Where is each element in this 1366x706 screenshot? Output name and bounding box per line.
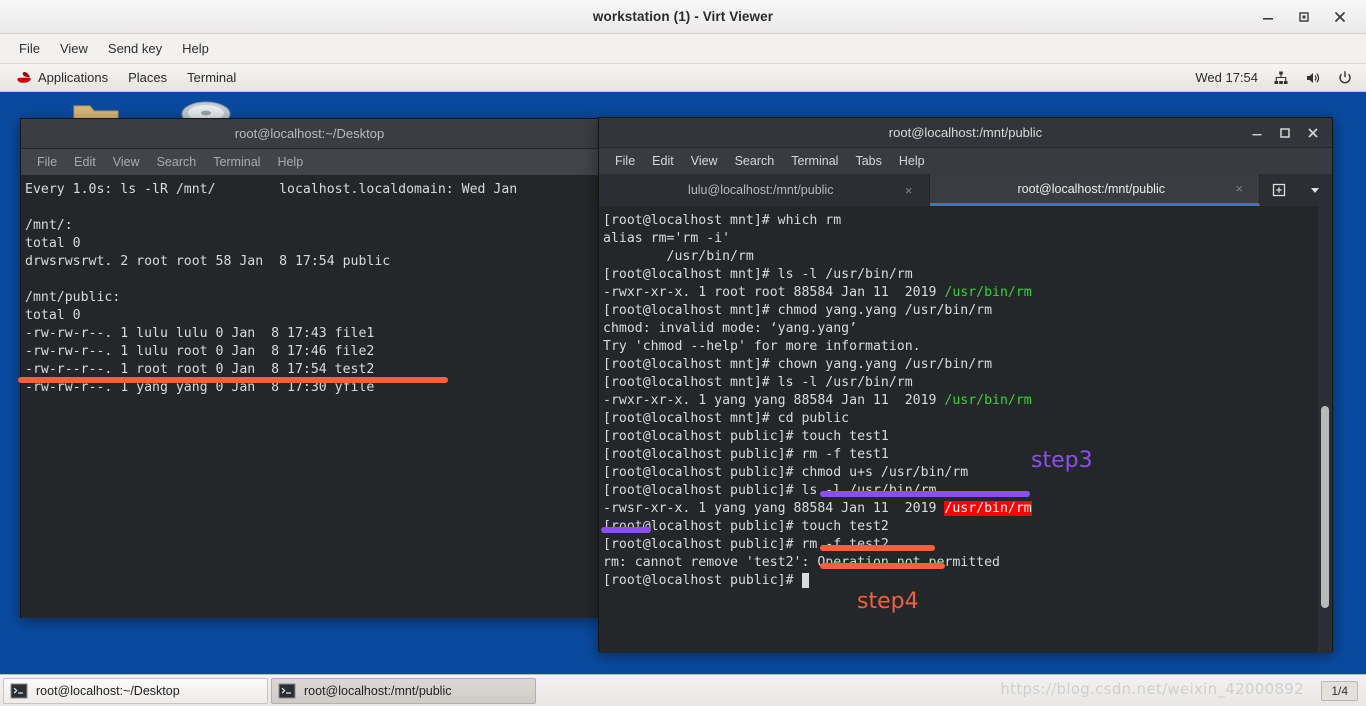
taskbar-right: 1/4	[1321, 680, 1366, 701]
tab-close-icon[interactable]: ×	[1235, 181, 1243, 196]
minimize-icon[interactable]	[1260, 9, 1276, 25]
terminal-icon	[10, 683, 28, 699]
gnome-panel-right: Wed 17:54	[1195, 69, 1366, 87]
virt-viewer-titlebar: workstation (1) - Virt Viewer	[0, 0, 1366, 34]
right-menu-help[interactable]: Help	[891, 151, 933, 171]
desktop-area[interactable]: root@localhost:~/Desktop File Edit View …	[0, 92, 1366, 674]
taskbar-item-label: root@localhost:/mnt/public	[304, 683, 452, 698]
right-menu-tabs[interactable]: Tabs	[847, 151, 889, 171]
gnome-panel-left: Applications Places Terminal	[0, 66, 246, 89]
watermark: https://blog.csdn.net/weixin_42000892	[1000, 680, 1304, 698]
menu-view[interactable]: View	[51, 38, 97, 59]
right-terminal-titlebar[interactable]: root@localhost:/mnt/public	[599, 118, 1332, 148]
left-menu-help[interactable]: Help	[269, 152, 311, 172]
tab-close-icon[interactable]: ×	[905, 183, 913, 198]
terminal-scrollbar[interactable]	[1318, 206, 1332, 653]
left-menu-search[interactable]: Search	[149, 152, 205, 172]
tab-label: root@localhost:/mnt/public	[1017, 181, 1165, 196]
applications-label: Applications	[38, 70, 109, 85]
left-menu-view[interactable]: View	[105, 152, 148, 172]
menu-send-key[interactable]: Send key	[99, 38, 171, 59]
virt-viewer-menubar: File View Send key Help	[0, 34, 1366, 64]
right-menu-terminal[interactable]: Terminal	[783, 151, 846, 171]
tab-root-mnt-public[interactable]: root@localhost:/mnt/public ×	[929, 174, 1260, 206]
right-terminal-window[interactable]: root@localhost:/mnt/public File Edit Vie…	[598, 117, 1333, 653]
virt-viewer-window-buttons	[1260, 0, 1358, 34]
workspace-switcher[interactable]: 1/4	[1321, 680, 1358, 701]
right-menu-view[interactable]: View	[683, 151, 726, 171]
left-menu-edit[interactable]: Edit	[66, 152, 104, 172]
new-tab-icon[interactable]	[1271, 182, 1287, 198]
tab-tools	[1260, 174, 1332, 206]
gnome-top-panel: Applications Places Terminal Wed 17:54	[0, 64, 1366, 92]
applications-menu[interactable]: Applications	[6, 66, 118, 89]
right-menu-file[interactable]: File	[607, 151, 643, 171]
right-terminal-window-buttons	[1250, 118, 1326, 148]
virt-viewer-title: workstation (1) - Virt Viewer	[592, 9, 774, 24]
left-terminal-body[interactable]: Every 1.0s: ls -lR /mnt/ localhost.local…	[21, 175, 598, 618]
right-terminal-text: [root@localhost mnt]# which rm alias rm=…	[603, 213, 1032, 588]
tab-lulu-mnt-public[interactable]: lulu@localhost:/mnt/public ×	[599, 174, 930, 206]
left-terminal-text: Every 1.0s: ls -lR /mnt/ localhost.local…	[25, 182, 518, 395]
left-terminal-title: root@localhost:~/Desktop	[234, 126, 385, 141]
terminal-icon	[278, 683, 296, 699]
left-terminal-titlebar[interactable]: root@localhost:~/Desktop	[21, 119, 598, 149]
left-menu-file[interactable]: File	[29, 152, 65, 172]
left-terminal-window[interactable]: root@localhost:~/Desktop File Edit View …	[20, 118, 599, 618]
places-menu[interactable]: Places	[118, 66, 177, 89]
taskbar-item-label: root@localhost:~/Desktop	[36, 683, 180, 698]
left-menu-terminal[interactable]: Terminal	[205, 152, 268, 172]
maximize-icon[interactable]	[1296, 9, 1312, 25]
menu-file[interactable]: File	[10, 38, 49, 59]
right-terminal-title: root@localhost:/mnt/public	[888, 125, 1043, 140]
right-terminal-tabbar: lulu@localhost:/mnt/public × root@localh…	[599, 174, 1332, 206]
power-icon[interactable]	[1336, 69, 1354, 87]
tab-label: lulu@localhost:/mnt/public	[688, 183, 834, 197]
network-icon[interactable]	[1272, 69, 1290, 87]
redhat-logo-icon	[16, 71, 32, 84]
panel-clock[interactable]: Wed 17:54	[1195, 70, 1258, 85]
right-menu-edit[interactable]: Edit	[644, 151, 682, 171]
menu-help[interactable]: Help	[173, 38, 218, 59]
right-maximize-icon[interactable]	[1278, 126, 1292, 140]
scrollbar-thumb[interactable]	[1321, 406, 1329, 608]
volume-icon[interactable]	[1304, 69, 1322, 87]
right-minimize-icon[interactable]	[1250, 126, 1264, 140]
right-terminal-menubar: File Edit View Search Terminal Tabs Help	[599, 148, 1332, 174]
close-icon[interactable]	[1332, 9, 1348, 25]
taskbar-item-desktop-terminal[interactable]: root@localhost:~/Desktop	[3, 677, 268, 704]
right-menu-search[interactable]: Search	[727, 151, 783, 171]
left-terminal-menubar: File Edit View Search Terminal Help	[21, 149, 598, 175]
terminal-menu[interactable]: Terminal	[177, 66, 246, 89]
taskbar-item-public-terminal[interactable]: root@localhost:/mnt/public	[271, 677, 536, 704]
chevron-down-icon[interactable]	[1309, 184, 1321, 196]
right-close-icon[interactable]	[1306, 126, 1320, 140]
right-terminal-body[interactable]: [root@localhost mnt]# which rm alias rm=…	[599, 206, 1332, 653]
